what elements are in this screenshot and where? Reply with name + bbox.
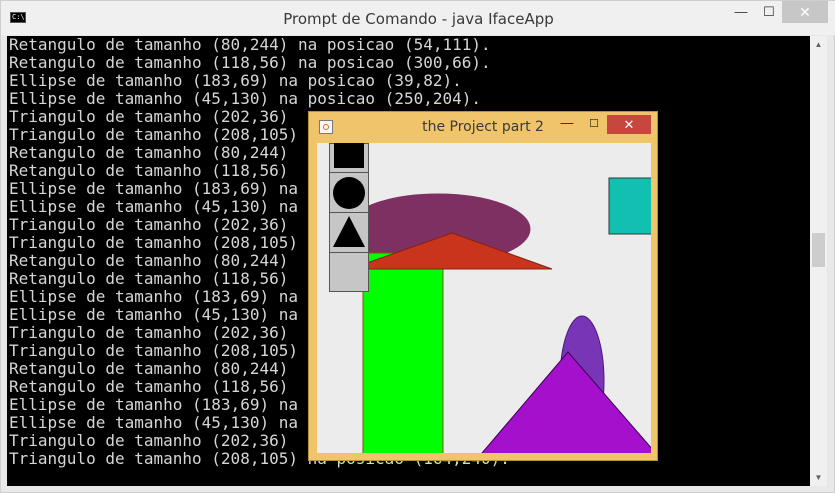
triangle-tool[interactable] bbox=[330, 213, 368, 253]
console-line: Retangulo de tamanho (80,244) bbox=[9, 143, 289, 162]
console-line: Ellipse de tamanho (183,69) na posicao (… bbox=[9, 71, 462, 90]
square-icon bbox=[334, 143, 364, 168]
console-line: Retangulo de tamanho (118,56) na posicao… bbox=[9, 53, 491, 72]
console-scrollbar[interactable]: ▲ ▼ bbox=[810, 36, 827, 486]
console-line: Triangulo de tamanho (202,36) bbox=[9, 323, 289, 342]
console-line: Retangulo de tamanho (118,56) bbox=[9, 377, 289, 396]
command-prompt-titlebar[interactable]: C:\ Prompt de Comando - java IfaceApp — … bbox=[1, 1, 835, 35]
java-minimize-button[interactable]: — bbox=[559, 116, 575, 132]
console-line: Triangulo de tamanho (202,36) bbox=[9, 215, 289, 234]
console-line: Ellipse de tamanho (183,69) na bbox=[9, 395, 298, 414]
triangle-icon bbox=[333, 216, 365, 247]
java-maximize-button[interactable]: ☐ bbox=[586, 116, 602, 132]
console-line: Retangulo de tamanho (80,244) bbox=[9, 251, 289, 270]
console-line: Ellipse de tamanho (183,69) na bbox=[9, 179, 298, 198]
console-line: Retangulo de tamanho (80,244) bbox=[9, 359, 289, 378]
console-line: Triangulo de tamanho (208,105) bbox=[9, 125, 298, 144]
rectangle-tool[interactable] bbox=[330, 143, 368, 173]
scroll-down-arrow-icon[interactable]: ▼ bbox=[810, 471, 827, 485]
maximize-button[interactable]: ☐ bbox=[755, 1, 783, 23]
console-line: Triangulo de tamanho (202,36) bbox=[9, 107, 289, 126]
ellipse-tool[interactable] bbox=[330, 173, 368, 213]
magenta-triangle[interactable] bbox=[465, 351, 651, 453]
close-button[interactable]: ✕ bbox=[782, 1, 828, 23]
console-line: Ellipse de tamanho (183,69) na bbox=[9, 287, 298, 306]
console-line: Retangulo de tamanho (118,56) bbox=[9, 269, 289, 288]
console-line: Ellipse de tamanho (45,130) na posicao (… bbox=[9, 89, 482, 108]
java-titlebar[interactable]: the Project part 2 — ☐ ✕ bbox=[309, 112, 657, 142]
java-close-button[interactable]: ✕ bbox=[607, 115, 651, 134]
console-line: Retangulo de tamanho (118,56) bbox=[9, 161, 289, 180]
minimize-button[interactable]: — bbox=[727, 1, 755, 23]
java-app-window: the Project part 2 — ☐ ✕ bbox=[308, 111, 658, 461]
console-line: Retangulo de tamanho (80,244) na posicao… bbox=[9, 36, 491, 54]
console-line: Triangulo de tamanho (208,105) bbox=[9, 233, 298, 252]
console-line: Ellipse de tamanho (45,130) na bbox=[9, 305, 298, 324]
console-line: Ellipse de tamanho (45,130) na bbox=[9, 197, 298, 216]
java-window-title: the Project part 2 bbox=[422, 119, 544, 135]
console-line: Triangulo de tamanho (202,36) bbox=[9, 431, 289, 450]
console-line: Triangulo de tamanho (208,105) bbox=[9, 341, 298, 360]
scroll-thumb[interactable] bbox=[812, 233, 825, 267]
command-prompt-title: Prompt de Comando - java IfaceApp bbox=[283, 10, 554, 28]
drawing-canvas[interactable] bbox=[317, 143, 651, 453]
shape-toolbox bbox=[329, 143, 369, 292]
scroll-up-arrow-icon[interactable]: ▲ bbox=[810, 38, 827, 52]
teal-rectangle[interactable] bbox=[608, 177, 651, 235]
green-rectangle[interactable] bbox=[362, 252, 444, 453]
circle-icon bbox=[333, 177, 365, 209]
console-line: Ellipse de tamanho (45,130) na bbox=[9, 413, 298, 432]
empty-tool[interactable] bbox=[330, 253, 368, 293]
